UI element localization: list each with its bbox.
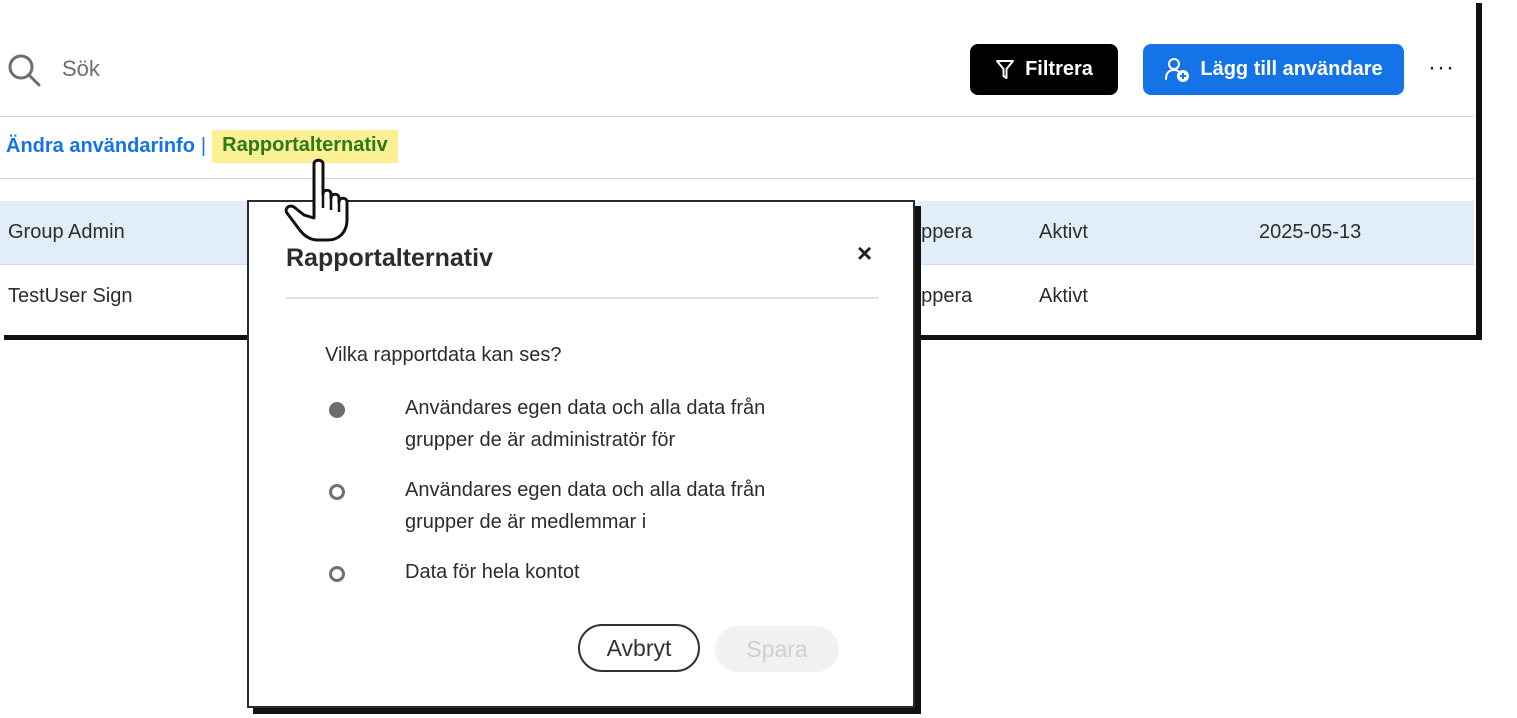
add-user-button-label: Lägg till användare bbox=[1200, 58, 1383, 80]
dialog-divider bbox=[286, 297, 879, 299]
filter-button-label: Filtrera bbox=[1025, 58, 1093, 80]
user-group-cell: uppera bbox=[910, 285, 973, 307]
user-date-cell: 2025-05-13 bbox=[1259, 221, 1362, 243]
report-option[interactable]: Användares egen data och alla data från … bbox=[329, 397, 825, 456]
filter-button[interactable]: Filtrera bbox=[970, 44, 1118, 95]
radio-button[interactable] bbox=[329, 566, 345, 582]
filter-icon bbox=[996, 59, 1015, 79]
more-options-button[interactable]: ··· bbox=[1428, 54, 1455, 82]
search-icon[interactable] bbox=[6, 52, 42, 88]
report-option-label: Användares egen data och alla data från … bbox=[405, 479, 766, 533]
report-option-label: Data för hela kontot bbox=[405, 561, 580, 583]
user-name-cell: TestUser Sign bbox=[8, 285, 133, 307]
actions-divider bbox=[0, 178, 1474, 179]
report-option-label: Användares egen data och alla data från … bbox=[405, 397, 766, 451]
action-separator: | bbox=[200, 135, 207, 157]
search-input[interactable]: Sök bbox=[62, 56, 100, 82]
add-user-button[interactable]: Lägg till användare bbox=[1143, 44, 1404, 95]
user-group-cell: uppera bbox=[910, 221, 973, 243]
cancel-button[interactable]: Avbryt bbox=[578, 624, 700, 672]
save-button[interactable]: Spara bbox=[715, 626, 839, 672]
toolbar-divider bbox=[0, 116, 1474, 117]
add-user-icon bbox=[1165, 57, 1190, 82]
edit-user-info-link[interactable]: Ändra användarinfo bbox=[6, 135, 195, 158]
user-status-cell: Aktivt bbox=[1039, 285, 1088, 307]
screen: Sök Filtrera Lägg till användare ··· Änd… bbox=[0, 0, 1517, 718]
report-option[interactable]: Användares egen data och alla data från … bbox=[329, 479, 825, 538]
radio-button-checked[interactable] bbox=[329, 402, 345, 418]
user-status-cell: Aktivt bbox=[1039, 221, 1088, 243]
dialog-title: Rapportalternativ bbox=[286, 244, 493, 272]
close-icon[interactable]: × bbox=[857, 238, 872, 269]
radio-button[interactable] bbox=[329, 484, 345, 500]
user-name-cell: Group Admin bbox=[8, 221, 125, 243]
report-options-dialog: Rapportalternativ × Vilka rapportdata ka… bbox=[247, 200, 915, 708]
dialog-question: Vilka rapportdata kan ses? bbox=[325, 344, 562, 366]
report-option[interactable]: Data för hela kontot bbox=[329, 561, 825, 588]
hand-pointer-cursor-icon bbox=[284, 158, 349, 242]
